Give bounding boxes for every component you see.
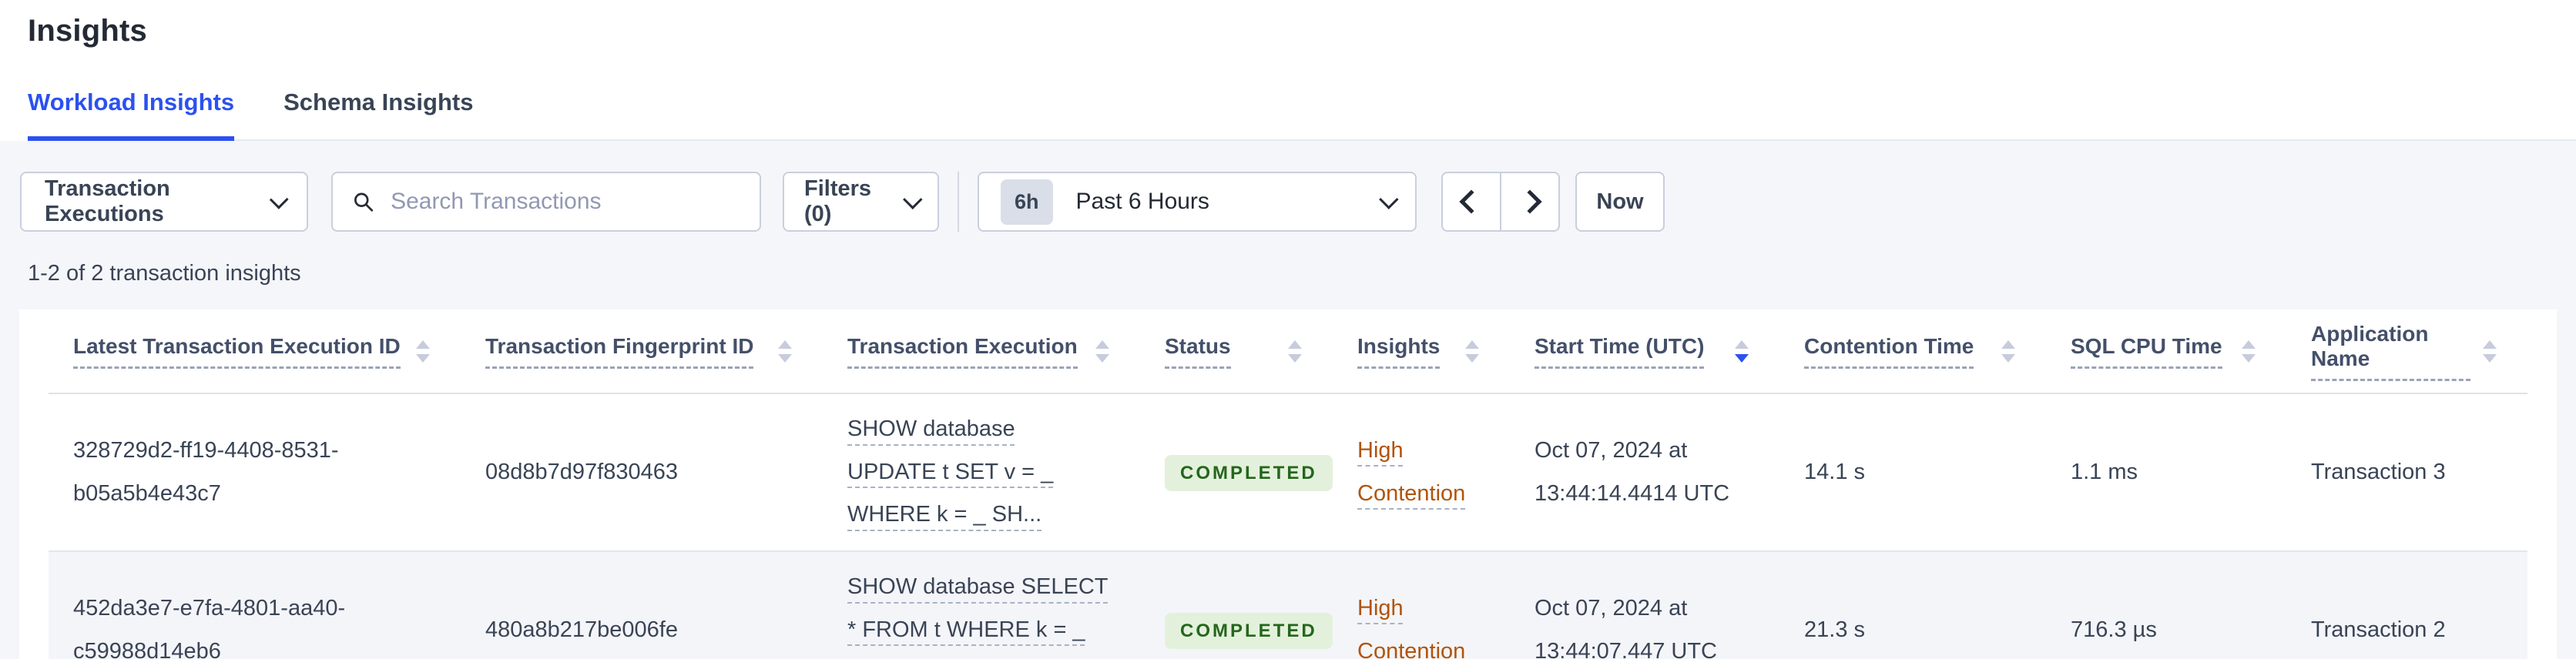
toolbar: Transaction Executions Filters (0) 6h Pa… [20, 172, 2576, 232]
sort-icon[interactable] [2001, 340, 2015, 363]
sort-icon[interactable] [2242, 340, 2256, 363]
cell-status: COMPLETED [1140, 437, 1333, 508]
column-header-label[interactable]: SQL CPU Time [2071, 334, 2222, 369]
next-time-range-button[interactable] [1500, 172, 1560, 232]
table-header-row: Latest Transaction Execution ID Transact… [49, 309, 2527, 394]
time-range-picker[interactable]: 6h Past 6 Hours [978, 172, 1417, 232]
filters-button-label: Filters (0) [804, 176, 872, 226]
chevron-right-icon [1518, 189, 1542, 214]
cell-application-name: Transaction 2 [2311, 617, 2446, 642]
column-header-transaction-fingerprint-id: Transaction Fingerprint ID [461, 334, 823, 369]
chevron-down-icon [1379, 189, 1399, 209]
column-header-label[interactable]: Application Name [2311, 322, 2470, 381]
workload-type-dropdown[interactable]: Transaction Executions [20, 172, 308, 232]
column-header-latest-transaction-execution-id: Latest Transaction Execution ID [49, 334, 461, 369]
search-input[interactable] [391, 189, 740, 215]
transaction-execution-link[interactable]: SHOW database SELECT * FROM t WHERE k = … [847, 574, 1108, 659]
insights-table-card: Latest Transaction Execution ID Transact… [19, 309, 2557, 659]
search-box[interactable] [331, 172, 761, 232]
cell-sql-cpu-time: 716.3 µs [2071, 617, 2157, 642]
insight-link[interactable]: High Contention [1357, 596, 1465, 659]
chevron-down-icon [270, 189, 289, 209]
cell-execution-id: 452da3e7-e7fa-4801-aa40-c59988d14eb6 [73, 595, 346, 659]
column-header-label[interactable]: Start Time (UTC) [1535, 334, 1705, 369]
column-header-label[interactable]: Insights [1357, 334, 1441, 369]
search-icon [354, 192, 374, 212]
page-title: Insights [28, 14, 147, 48]
table-row: 452da3e7-e7fa-4801-aa40-c59988d14eb6 480… [49, 552, 2527, 659]
cell-start-time: Oct 07, 2024 at 13:44:07.447 UTC [1535, 595, 1717, 659]
time-range-pager [1441, 172, 1560, 232]
filters-button[interactable]: Filters (0) [783, 172, 939, 232]
column-header-start-time: Start Time (UTC) [1510, 334, 1779, 369]
cell-insights: High Contention [1333, 574, 1510, 659]
column-header-application-name: Application Name [2286, 322, 2527, 381]
column-header-label[interactable]: Transaction Execution [847, 334, 1078, 369]
sort-icon[interactable] [1465, 340, 1479, 363]
cell-start-time: Oct 07, 2024 at 13:44:14.4414 UTC [1535, 437, 1730, 506]
column-header-label[interactable]: Latest Transaction Execution ID [73, 334, 401, 369]
status-badge: COMPLETED [1165, 612, 1333, 649]
column-header-sql-cpu-time: SQL CPU Time [2046, 334, 2286, 369]
sort-icon[interactable] [2483, 340, 2497, 363]
tab-schema-insights[interactable]: Schema Insights [283, 89, 473, 141]
column-header-transaction-execution: Transaction Execution [823, 334, 1140, 369]
time-range-label: Past 6 Hours [1075, 189, 1209, 214]
cell-fingerprint-id: 480a8b217be006fe [485, 617, 678, 642]
cell-status: COMPLETED [1140, 595, 1333, 659]
cell-sql-cpu-time: 1.1 ms [2071, 459, 2138, 484]
chevron-down-icon [903, 189, 923, 209]
chevron-left-icon [1459, 189, 1484, 214]
column-header-status: Status [1140, 334, 1333, 369]
sort-icon-active[interactable] [1735, 340, 1749, 363]
cell-transaction-execution: SHOW database UPDATE t SET v = _ WHERE k… [823, 394, 1140, 550]
toolbar-divider [958, 172, 959, 232]
column-header-label[interactable]: Contention Time [1804, 334, 1974, 369]
results-summary: 1-2 of 2 transaction insights [28, 261, 301, 286]
column-header-label[interactable]: Transaction Fingerprint ID [485, 334, 754, 369]
status-badge: COMPLETED [1165, 454, 1333, 491]
now-button[interactable]: Now [1575, 172, 1665, 232]
sort-icon[interactable] [416, 340, 430, 363]
page-header: Insights Workload Insights Schema Insigh… [0, 0, 2576, 141]
column-header-label[interactable]: Status [1165, 334, 1231, 369]
tab-workload-insights[interactable]: Workload Insights [28, 89, 235, 141]
workload-type-dropdown-label: Transaction Executions [45, 176, 170, 226]
column-header-contention-time: Contention Time [1779, 334, 2046, 369]
cell-contention-time: 21.3 s [1804, 617, 1865, 642]
cell-transaction-execution: SHOW database SELECT * FROM t WHERE k = … [823, 552, 1140, 659]
cell-application-name: Transaction 3 [2311, 459, 2446, 484]
sort-icon[interactable] [1288, 340, 1302, 363]
table-row: 328729d2-ff19-4408-8531-b05a5b4e43c7 08d… [49, 394, 2527, 553]
sort-icon[interactable] [778, 340, 792, 363]
cell-execution-id: 328729d2-ff19-4408-8531-b05a5b4e43c7 [73, 437, 339, 506]
time-range-badge: 6h [1001, 179, 1053, 225]
previous-time-range-button[interactable] [1441, 172, 1501, 232]
tab-bar: Workload Insights Schema Insights [28, 89, 2576, 141]
cell-contention-time: 14.1 s [1804, 459, 1865, 484]
transaction-execution-link[interactable]: SHOW database UPDATE t SET v = _ WHERE k… [847, 416, 1053, 527]
sort-icon[interactable] [1095, 340, 1109, 363]
cell-insights: High Contention [1333, 416, 1510, 529]
cell-fingerprint-id: 08d8b7d97f830463 [485, 459, 678, 484]
insight-link[interactable]: High Contention [1357, 438, 1465, 506]
column-header-insights: Insights [1333, 334, 1510, 369]
